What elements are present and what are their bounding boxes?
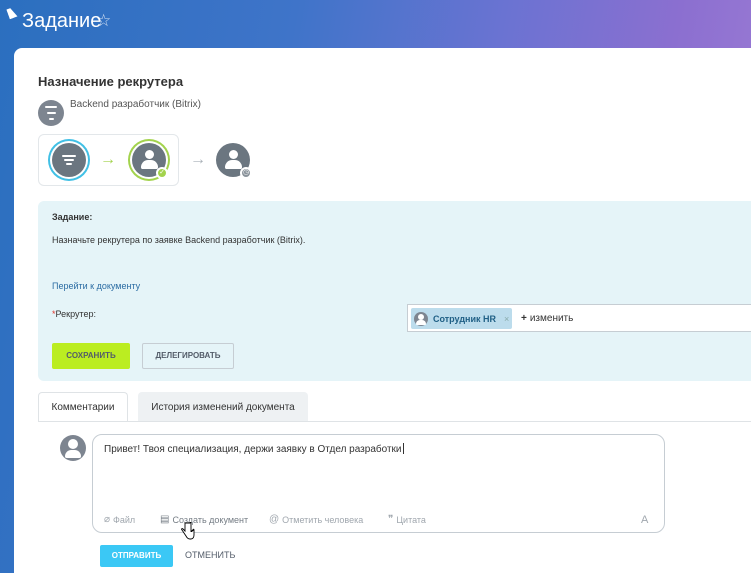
user-chip[interactable]: Сотрудник HR × — [411, 308, 512, 329]
task-panel: Задание: Назначьте рекрутера по заявке B… — [38, 201, 751, 381]
hand-cursor-icon — [181, 522, 195, 540]
paperclip-icon: ⌀ — [104, 514, 111, 525]
recruiter-selector[interactable]: Сотрудник HR × + изменить — [407, 304, 751, 332]
go-to-document-link[interactable]: Перейти к документу — [52, 281, 140, 291]
task-label: Задание: — [52, 212, 93, 222]
document-list-icon — [38, 100, 64, 126]
clock-badge-icon: ◷ — [240, 167, 252, 179]
remove-icon[interactable]: × — [504, 314, 509, 324]
attach-file-button[interactable]: ⌀ Файл — [104, 514, 135, 525]
comment-editor[interactable]: Привет! Твоя специализация, держи заявку… — [92, 434, 665, 533]
plus-icon: + — [521, 313, 527, 324]
cancel-button[interactable]: ОТМЕНИТЬ — [185, 550, 235, 560]
arrow-right-icon: → — [190, 151, 206, 168]
document-icon: ▤ — [160, 514, 170, 525]
step-document-icon — [52, 143, 86, 177]
tab-divider — [38, 421, 751, 422]
recruiter-label: *Рекрутер: — [52, 309, 96, 319]
user-chip-name: Сотрудник HR — [433, 313, 497, 324]
comment-input[interactable]: Привет! Твоя специализация, держи заявку… — [104, 443, 404, 455]
change-recruiter-link[interactable]: + изменить — [521, 313, 573, 324]
send-button[interactable]: ОТПРАВИТЬ — [100, 545, 173, 567]
arrow-right-icon: → — [100, 151, 116, 168]
quote-label: Цитата — [396, 514, 426, 525]
workflow-title: Назначение рекрутера — [38, 74, 184, 89]
quote-icon: ❞ — [388, 514, 394, 525]
check-badge-icon: ✓ — [156, 167, 168, 179]
mention-label: Отметить человека — [282, 514, 364, 525]
save-button[interactable]: СОХРАНИТЬ — [52, 343, 130, 369]
avatar-icon — [60, 435, 86, 461]
comment-text: Привет! Твоя специализация, держи заявку… — [104, 444, 402, 455]
tab-document-history[interactable]: История изменений документа — [138, 392, 308, 422]
task-description: Назначьте рекрутера по заявке Backend ра… — [52, 235, 306, 245]
workflow-subject: Backend разработчик (Bitrix) — [70, 99, 201, 110]
page-title: Задание — [22, 10, 102, 32]
tab-comments[interactable]: Комментарии — [38, 392, 128, 422]
text-format-button[interactable]: A — [641, 514, 648, 526]
task-card: Назначение рекрутера Backend разработчик… — [14, 48, 751, 573]
quote-button[interactable]: ❞ Цитата — [388, 514, 426, 525]
header: Задание ☆ — [0, 0, 751, 48]
delegate-button[interactable]: ДЕЛЕГИРОВАТЬ — [142, 343, 234, 369]
mouse-cursor-icon — [6, 6, 18, 20]
avatar-icon — [414, 311, 428, 326]
recruiter-label-text: Рекрутер: — [55, 309, 97, 319]
attach-file-label: Файл — [113, 514, 136, 525]
at-sign-icon: @ — [269, 514, 280, 525]
create-document-button[interactable]: ▤ Создать документ — [160, 514, 248, 525]
text-caret — [402, 443, 404, 454]
mention-button[interactable]: @ Отметить человека — [269, 514, 363, 525]
change-label: изменить — [529, 313, 574, 324]
star-icon[interactable]: ☆ — [96, 12, 114, 30]
